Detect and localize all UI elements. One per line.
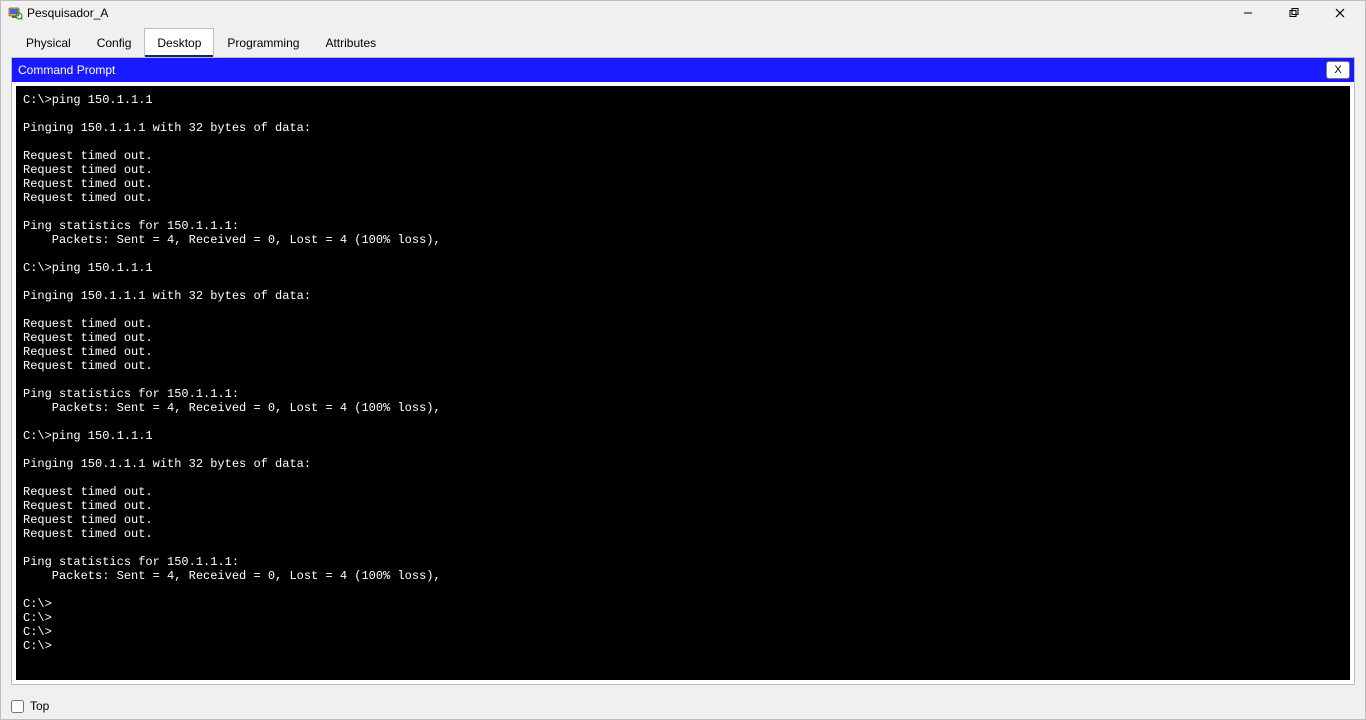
minimize-button[interactable] xyxy=(1225,1,1271,25)
tab-label: Programming xyxy=(227,36,299,50)
panel-title: Command Prompt xyxy=(18,63,115,77)
tab-label: Desktop xyxy=(157,36,201,50)
tab-attributes[interactable]: Attributes xyxy=(312,28,389,57)
footer: Top xyxy=(1,693,1365,719)
close-icon-label: X xyxy=(1334,64,1341,76)
tab-physical[interactable]: Physical xyxy=(13,28,84,57)
tab-label: Attributes xyxy=(325,36,376,50)
app-window: Pesquisador_A Physical Config Desktop Pr… xyxy=(0,0,1366,720)
tabbar: Physical Config Desktop Programming Attr… xyxy=(1,25,1365,57)
tab-config[interactable]: Config xyxy=(84,28,145,57)
command-prompt-terminal[interactable]: C:\>ping 150.1.1.1 Pinging 150.1.1.1 wit… xyxy=(16,86,1350,680)
top-label[interactable]: Top xyxy=(30,699,49,713)
window-title: Pesquisador_A xyxy=(27,6,108,20)
panel-header: Command Prompt X xyxy=(12,58,1354,82)
tab-label: Config xyxy=(97,36,132,50)
content-pane: Command Prompt X C:\>ping 150.1.1.1 Ping… xyxy=(11,57,1355,685)
titlebar[interactable]: Pesquisador_A xyxy=(1,1,1365,25)
tab-programming[interactable]: Programming xyxy=(214,28,312,57)
terminal-container: C:\>ping 150.1.1.1 Pinging 150.1.1.1 wit… xyxy=(12,82,1354,684)
tab-label: Physical xyxy=(26,36,71,50)
app-icon xyxy=(7,5,23,21)
tab-desktop[interactable]: Desktop xyxy=(144,28,214,57)
close-button[interactable] xyxy=(1317,1,1363,25)
panel-close-button[interactable]: X xyxy=(1326,61,1350,79)
top-checkbox[interactable] xyxy=(11,700,24,713)
maximize-button[interactable] xyxy=(1271,1,1317,25)
